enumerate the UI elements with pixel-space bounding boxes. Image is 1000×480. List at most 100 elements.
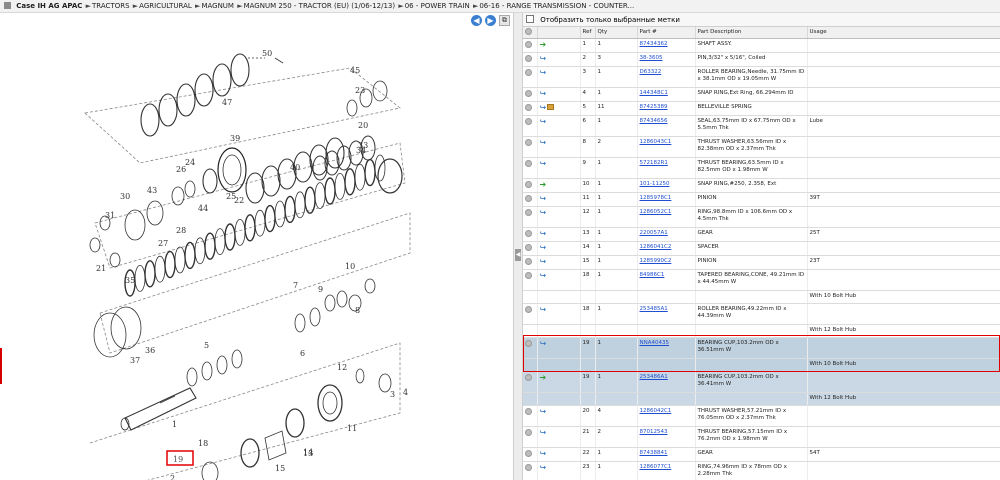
- callout-label[interactable]: 35: [125, 276, 135, 285]
- substitute-arrow-icon[interactable]: ↪: [540, 229, 547, 237]
- part-cell[interactable]: 1285990C2: [637, 255, 696, 270]
- row-select-cell[interactable]: [523, 241, 538, 256]
- row-select-icon[interactable]: [525, 194, 532, 202]
- row-select-cell[interactable]: [523, 206, 538, 228]
- table-row[interactable]: ↪ 20 4 1286042C1 THRUST WASHER,57.21mm ID x …: [523, 405, 1000, 427]
- part-number-link[interactable]: 87425389: [640, 104, 668, 110]
- table-subrow[interactable]: With 10 Bolt Hub: [523, 358, 1000, 372]
- table-row[interactable]: ↪ 6 1 87434656 SEAL,63.75mm ID x 67.75mm OD …: [523, 115, 1000, 137]
- row-icon-cell[interactable]: ↪: [537, 337, 581, 359]
- select-all-cell[interactable]: [523, 27, 538, 39]
- part-cell[interactable]: 87012543: [637, 426, 696, 448]
- part-cell[interactable]: 572182R1: [637, 157, 696, 179]
- substitute-arrow-icon[interactable]: ↪: [540, 271, 547, 279]
- callout-label[interactable]: 12: [337, 363, 347, 372]
- part-cell[interactable]: 1286041C2: [637, 241, 696, 256]
- part-number-link[interactable]: 253486A1: [640, 374, 668, 380]
- row-select-icon[interactable]: [525, 428, 532, 436]
- row-select-icon[interactable]: [525, 54, 532, 62]
- table-subrow[interactable]: With 12 Bolt Hub: [523, 324, 1000, 338]
- row-select-icon[interactable]: [525, 243, 532, 251]
- callout-label[interactable]: 8: [355, 306, 360, 315]
- table-row[interactable]: ↪ 18 1 84986C1 TAPERED BEARING,CONE, 49.21mm…: [523, 269, 1000, 291]
- row-select-icon[interactable]: [525, 229, 532, 237]
- row-select-icon[interactable]: [525, 117, 532, 125]
- substitute-arrow-icon[interactable]: ↪: [540, 257, 547, 265]
- part-cell[interactable]: 1286042C1: [637, 405, 696, 427]
- callout-label[interactable]: 9: [318, 285, 323, 294]
- diagram-pane[interactable]: ◀ ▶ ⧉ 1 2 3 4 5 6 7 8 9 10 11 12 13 14 1…: [0, 13, 514, 480]
- callout-label[interactable]: 18: [198, 439, 208, 448]
- row-select-cell[interactable]: [523, 426, 538, 448]
- table-row[interactable]: ↪ 12 1 1286052C1 RING,98.8mm ID x 106.6mm OD…: [523, 206, 1000, 228]
- part-cell[interactable]: 1286052C1: [637, 206, 696, 228]
- callout-label[interactable]: 10: [345, 262, 355, 271]
- row-select-icon[interactable]: [525, 208, 532, 216]
- breadcrumb-item[interactable]: Case IH AG APAC: [16, 2, 82, 10]
- row-select-cell[interactable]: [523, 227, 538, 242]
- table-row[interactable]: ➔ 10 1 101-11250 SNAP RING,#250, 2.358, Ext: [523, 178, 1000, 193]
- row-select-icon[interactable]: [525, 138, 532, 146]
- breadcrumb-item[interactable]: MAGNUM 250 - TRACTOR (EU) (1/06-12/13): [244, 2, 396, 10]
- breadcrumb-item[interactable]: 06 - POWER TRAIN: [405, 2, 470, 10]
- callout-label[interactable]: 47: [222, 98, 232, 107]
- row-icon-cell[interactable]: ↪: [537, 461, 581, 480]
- row-select-icon[interactable]: [525, 339, 532, 347]
- callout-label[interactable]: 21: [96, 264, 106, 273]
- row-icon-cell[interactable]: ↪: [537, 52, 581, 67]
- breadcrumb-item[interactable]: 06-16 - RANGE TRANSMISSION - COUNTER...: [479, 2, 634, 10]
- filter-bar[interactable]: Отобразить только выбранные метки: [523, 13, 1000, 27]
- select-all-icon[interactable]: [525, 28, 532, 36]
- row-select-cell[interactable]: [523, 303, 538, 325]
- row-select-icon[interactable]: [525, 159, 532, 167]
- add-to-cart-arrow-icon[interactable]: ➔: [540, 180, 547, 188]
- part-cell[interactable]: 220057A1: [637, 227, 696, 242]
- add-to-cart-arrow-icon[interactable]: ➔: [540, 373, 547, 381]
- row-select-icon[interactable]: [525, 407, 532, 415]
- row-select-icon[interactable]: [525, 305, 532, 313]
- part-number-link[interactable]: 1286052C1: [640, 209, 672, 215]
- row-select-cell[interactable]: [523, 157, 538, 179]
- callout-label[interactable]: 50: [262, 49, 272, 58]
- part-number-link[interactable]: 38-3605: [640, 55, 663, 61]
- part-cell[interactable]: NNA40435: [637, 337, 696, 359]
- callout-label[interactable]: 25: [226, 192, 236, 201]
- callout-label[interactable]: 36: [145, 346, 155, 355]
- part-cell[interactable]: 1285978C1: [637, 192, 696, 207]
- row-icon-cell[interactable]: ↪: [537, 255, 581, 270]
- col-desc[interactable]: Part Description: [695, 27, 808, 39]
- callout-label[interactable]: 45: [350, 66, 360, 75]
- callout-label[interactable]: 44: [198, 204, 208, 213]
- callout-label[interactable]: 15: [275, 464, 285, 473]
- table-row[interactable]: ↪ 9 1 572182R1 THRUST BEARING,63.5mm ID x 82…: [523, 157, 1000, 179]
- table-row[interactable]: ↪ 18 1 253485A1 ROLLER BEARING,49.22mm ID x …: [523, 303, 1000, 325]
- row-icon-cell[interactable]: ↪: [537, 241, 581, 256]
- callout-label[interactable]: 40: [290, 163, 300, 172]
- part-number-link[interactable]: D63322: [640, 69, 662, 75]
- row-icon-cell[interactable]: ↪: [537, 136, 581, 158]
- table-row[interactable]: ➔ 1 1 87434362 SHAFT ASSY.: [523, 38, 1000, 53]
- row-select-cell[interactable]: [523, 38, 538, 53]
- row-select-icon[interactable]: [525, 40, 532, 48]
- part-number-link[interactable]: 1286043C1: [640, 139, 672, 145]
- part-cell[interactable]: D63322: [637, 66, 696, 88]
- row-select-icon[interactable]: [525, 271, 532, 279]
- row-icon-cell[interactable]: ↪: [537, 206, 581, 228]
- substitute-arrow-icon[interactable]: ↪: [540, 428, 547, 436]
- callout-label[interactable]: 5: [204, 341, 209, 350]
- part-number-link[interactable]: 87438841: [640, 450, 668, 456]
- callout-label[interactable]: 30: [120, 192, 130, 201]
- row-icon-cell[interactable]: ↪: [537, 66, 581, 88]
- table-row[interactable]: ↪ 23 1 1286077C1 RING,74.96mm ID x 78mm OD x…: [523, 461, 1000, 480]
- row-select-cell[interactable]: [523, 52, 538, 67]
- breadcrumb-item[interactable]: MAGNUM: [201, 2, 234, 10]
- part-number-link[interactable]: 144348C1: [640, 90, 668, 96]
- part-cell[interactable]: 87425389: [637, 101, 696, 116]
- row-select-cell[interactable]: [523, 178, 538, 193]
- row-select-cell[interactable]: [523, 461, 538, 480]
- substitute-arrow-icon[interactable]: ↪: [540, 194, 547, 202]
- show-selected-checkbox[interactable]: [526, 15, 534, 23]
- substitute-arrow-icon[interactable]: ↪: [540, 243, 547, 251]
- pane-splitter[interactable]: ◀: [514, 13, 523, 480]
- col-qty[interactable]: Qty: [595, 27, 638, 39]
